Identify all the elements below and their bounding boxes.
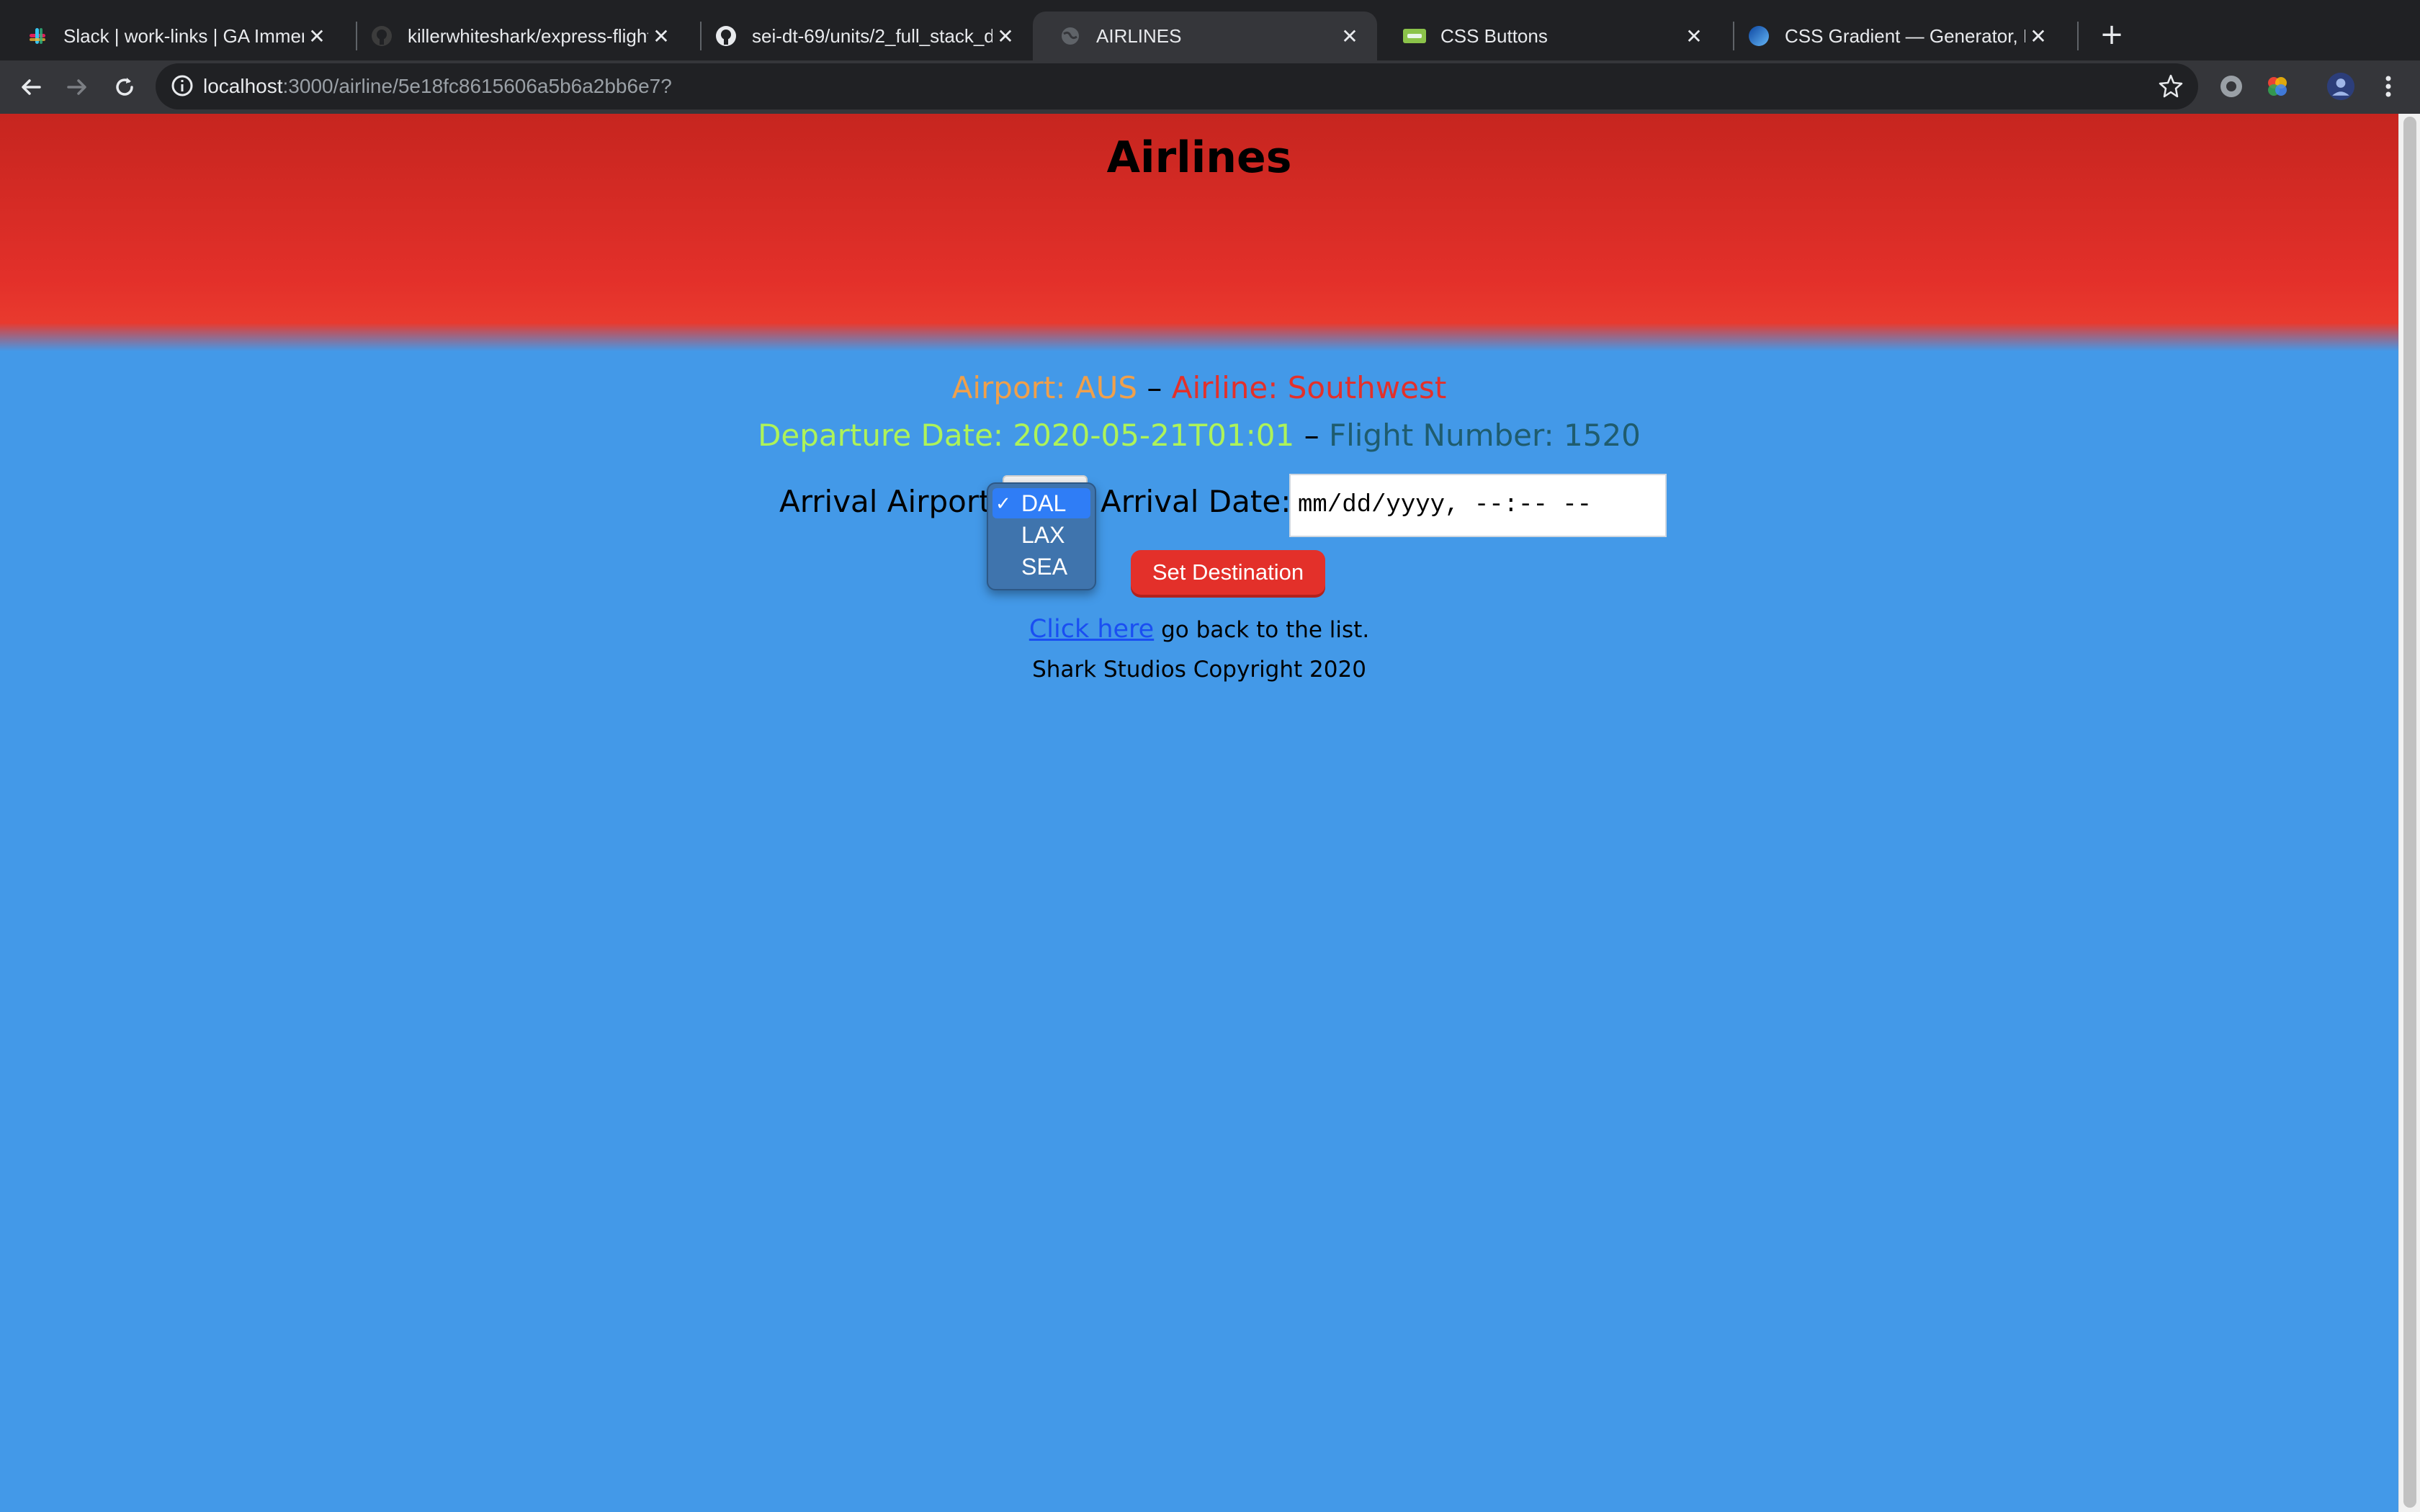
color-picker-extension-icon[interactable] <box>2263 72 2292 101</box>
url-host: localhost <box>203 75 283 97</box>
arrival-airport-label: Arrival Airport: <box>779 484 1001 519</box>
flight-number-text: Flight Number: 1520 <box>1328 418 1641 453</box>
close-icon[interactable]: ✕ <box>1681 23 1707 49</box>
tab-title: CSS Gradient — Generator, Ma <box>1785 24 2025 47</box>
css-buttons-icon <box>1403 24 1426 48</box>
page-title: Airlines <box>1106 132 1292 183</box>
back-to-list-link[interactable]: Click here <box>1029 615 1154 644</box>
close-icon[interactable]: ✕ <box>1337 23 1363 49</box>
flight-info-line-2: Departure Date: 2020-05-21T01:01 – Fligh… <box>0 418 2398 453</box>
flight-info-line-1: Airport: AUS – Airline: Southwest <box>0 370 2398 405</box>
separator: – <box>1304 418 1319 453</box>
tab-express-flights[interactable]: killerwhiteshark/express-flight ✕ <box>344 12 689 60</box>
page-viewport: Airlines Airport: AUS – Airline: Southwe… <box>0 114 2398 1512</box>
arrival-date-label: Arrival Date: <box>1101 484 1291 519</box>
close-icon[interactable]: ✕ <box>2025 23 2051 49</box>
separator: – <box>1147 370 1162 405</box>
github-icon <box>714 24 738 48</box>
tab-title: Slack | work-links | GA Immersi <box>63 24 304 47</box>
forward-arrow-icon[interactable] <box>60 71 94 104</box>
tab-css-gradient[interactable]: CSS Gradient — Generator, Ma ✕ <box>1721 12 2066 60</box>
arrival-date-input[interactable]: mm/dd/yyyy, --:-- -- <box>1289 474 1667 537</box>
tab-strip: Slack | work-links | GA Immersi ✕ killer… <box>0 0 2420 60</box>
page-header: Airlines <box>0 114 2398 351</box>
page-scrollbar[interactable] <box>2398 114 2420 1512</box>
tab-title: sei-dt-69/units/2_full_stack_de <box>752 24 992 47</box>
tab-sei-dt-69[interactable]: sei-dt-69/units/2_full_stack_de ✕ <box>689 12 1033 60</box>
github-icon <box>370 24 393 48</box>
option-label: DAL <box>1021 490 1067 516</box>
close-icon[interactable]: ✕ <box>992 23 1018 49</box>
tab-divider <box>2077 22 2079 50</box>
back-link-line: Click here go back to the list. <box>0 615 2398 644</box>
airline-text: Airline: Southwest <box>1171 370 1447 405</box>
scrollbar-thumb[interactable] <box>2403 117 2416 1508</box>
back-arrow-icon[interactable] <box>14 71 48 104</box>
option-dal[interactable]: ✓ DAL <box>992 488 1090 518</box>
checkmark-icon: ✓ <box>995 492 1011 514</box>
back-link-text: go back to the list. <box>1154 617 1370 643</box>
close-icon[interactable]: ✕ <box>304 23 330 49</box>
arrival-airport-dropdown[interactable]: ✓ DAL LAX SEA <box>987 482 1096 590</box>
bookmark-star-icon[interactable] <box>2158 73 2184 102</box>
option-sea[interactable]: SEA <box>992 552 1090 582</box>
departure-date-text: Departure Date: 2020-05-21T01:01 <box>758 418 1295 453</box>
reload-icon[interactable] <box>108 71 141 104</box>
url-path: :3000/airline/5e18fc8615606a5b6a2bb6e7? <box>282 75 672 97</box>
airport-text: Airport: AUS <box>951 370 1138 405</box>
option-label: LAX <box>1021 522 1065 548</box>
globe-icon <box>1059 24 1082 48</box>
css-gradient-icon <box>1747 24 1770 48</box>
tab-title: AIRLINES <box>1096 24 1182 47</box>
new-tab-button[interactable]: + <box>2096 19 2128 50</box>
url-text[interactable]: localhost:3000/airline/5e18fc8615606a5b6… <box>203 72 672 101</box>
more-menu-icon[interactable] <box>2374 72 2403 101</box>
option-lax[interactable]: LAX <box>992 520 1090 550</box>
tab-title: CSS Buttons <box>1440 24 1548 47</box>
copyright-text: Shark Studios Copyright 2020 <box>1032 657 1366 683</box>
info-icon[interactable] <box>170 73 194 101</box>
tab-airlines[interactable]: AIRLINES ✕ <box>1033 12 1377 60</box>
slack-icon <box>26 24 49 48</box>
extension-icon[interactable] <box>2217 72 2246 101</box>
avatar[interactable] <box>2326 72 2355 101</box>
tab-slack[interactable]: Slack | work-links | GA Immersi ✕ <box>0 12 344 60</box>
close-icon[interactable]: ✕ <box>648 23 674 49</box>
tab-css-buttons[interactable]: CSS Buttons ✕ <box>1377 12 1721 60</box>
set-destination-button[interactable]: Set Destination <box>1131 550 1325 595</box>
option-label: SEA <box>1021 554 1068 580</box>
tab-title: killerwhiteshark/express-flight <box>408 24 648 47</box>
